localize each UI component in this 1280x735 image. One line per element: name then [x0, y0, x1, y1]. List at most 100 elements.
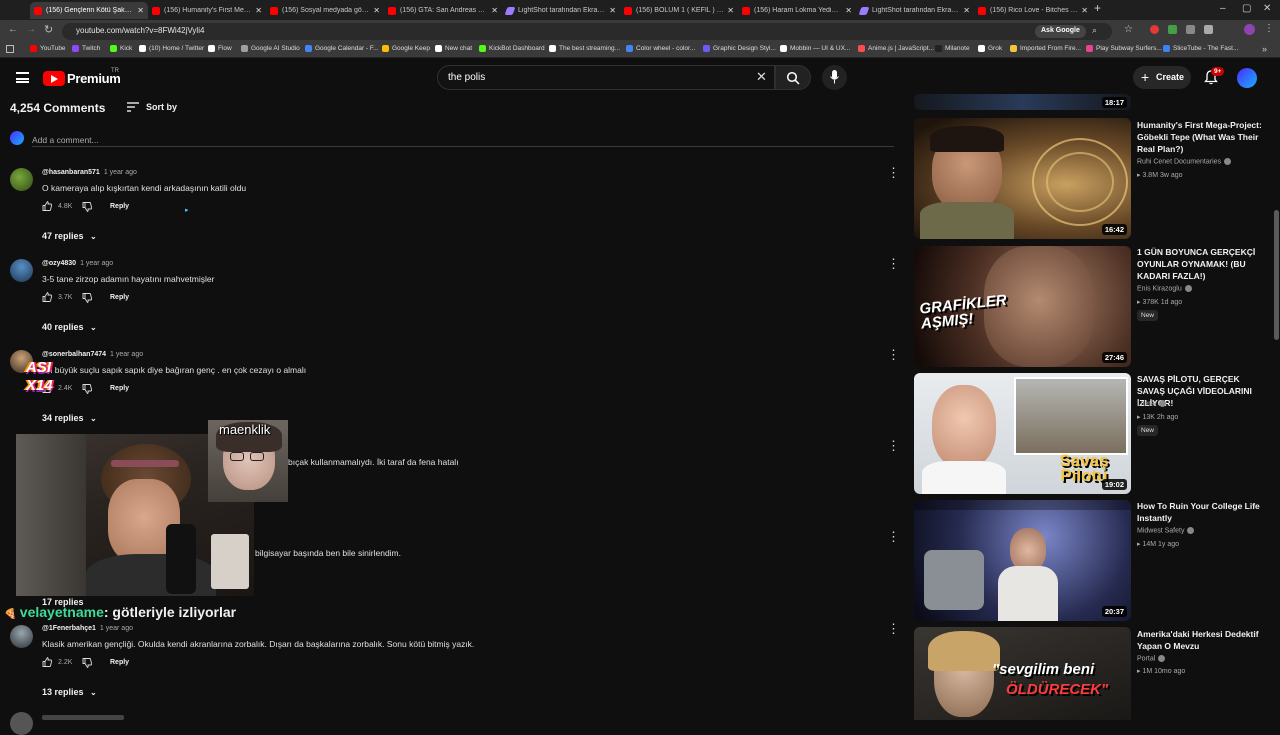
bookmark-item[interactable]: Grok: [978, 45, 1002, 52]
browser-tab[interactable]: LightShot tarafından Ekran Gör ✕: [856, 2, 974, 19]
extensions-puzzle-icon[interactable]: [1204, 25, 1213, 34]
channel-name[interactable]: Enis Kirazoglu: [1137, 285, 1192, 292]
channel-name[interactable]: Literat: [1137, 400, 1167, 407]
new-tab-button[interactable]: +: [1094, 1, 1101, 15]
video-title[interactable]: Humanity's First Mega-Project: Göbekli T…: [1137, 119, 1267, 155]
voice-search-button[interactable]: [822, 65, 847, 90]
comment-menu-icon[interactable]: ⋮: [887, 166, 900, 179]
reply-button[interactable]: Reply: [110, 294, 129, 301]
video-thumbnail[interactable]: 20:37: [914, 500, 1131, 621]
bookmark-item[interactable]: The best streaming...: [549, 45, 620, 52]
maximize-button[interactable]: ▢: [1242, 3, 1251, 14]
bookmark-item[interactable]: Mobbin — UI & UX...: [780, 45, 850, 52]
bookmark-item[interactable]: Imported From Fire...: [1010, 45, 1081, 52]
browser-tab[interactable]: (156) Gençlerin Kötü Şakası Cin✕: [30, 2, 148, 19]
comment-avatar[interactable]: [10, 168, 33, 191]
close-tab-icon[interactable]: ✕: [963, 6, 970, 15]
channel-name[interactable]: Midwest Safety: [1137, 527, 1195, 534]
more-bookmarks-icon[interactable]: »: [1262, 44, 1267, 54]
extension-icon[interactable]: [1168, 25, 1177, 34]
comment-author[interactable]: @1Fenerbahçe1 1 year ago: [42, 625, 133, 632]
channel-name[interactable]: Portal: [1137, 655, 1166, 662]
video-title[interactable]: 1 GÜN BOYUNCA GERÇEKÇİ OYUNLAR OYNAMAK! …: [1137, 246, 1267, 282]
bookmark-item[interactable]: New chat: [435, 45, 472, 52]
view-replies-button[interactable]: 13 replies ⌄: [42, 687, 97, 697]
comment-author[interactable]: @ozy4830 1 year ago: [42, 260, 113, 267]
dislike-icon[interactable]: [82, 293, 92, 303]
browser-tab[interactable]: (156) Sosyal medyada gösteriş ✕: [266, 2, 384, 19]
bookmark-item[interactable]: SliceTube - The Fast...: [1163, 45, 1238, 52]
hamburger-menu-icon[interactable]: [16, 72, 29, 83]
close-tab-icon[interactable]: ✕: [255, 6, 262, 15]
search-input[interactable]: the polis: [437, 65, 775, 90]
browser-tab[interactable]: (156) BÖLÜM 1 ( KEFİL ) - YouTu✕: [620, 2, 738, 19]
bookmark-item[interactable]: Google AI Studio: [241, 45, 300, 52]
browser-tab[interactable]: (156) Haram Lokma Yedinmi H ✕: [738, 2, 856, 19]
comment-menu-icon[interactable]: ⋮: [887, 348, 900, 361]
sort-by-button[interactable]: Sort by: [127, 101, 187, 115]
clear-search-icon[interactable]: ✕: [756, 69, 767, 85]
bookmark-item[interactable]: KickBot Dashboard: [479, 45, 545, 52]
close-tab-icon[interactable]: ✕: [609, 6, 616, 15]
browser-menu-icon[interactable]: ⋮: [1264, 23, 1274, 34]
close-tab-icon[interactable]: ✕: [137, 6, 144, 15]
video-thumbnail[interactable]: GRAFİKLER AŞMIŞ! 27:46: [914, 246, 1131, 367]
bookmark-item[interactable]: Kick: [110, 45, 132, 52]
bookmark-item[interactable]: Graphic Design Styl...: [703, 45, 776, 52]
extension-icon[interactable]: [1186, 25, 1195, 34]
channel-name[interactable]: Ruhi Cenet Documentaries: [1137, 158, 1232, 165]
scrollbar-thumb[interactable]: [1274, 210, 1279, 340]
like-icon[interactable]: [42, 292, 52, 302]
bookmark-item[interactable]: Milanote: [935, 45, 970, 52]
close-tab-icon[interactable]: ✕: [727, 6, 734, 15]
dislike-icon[interactable]: [82, 384, 92, 394]
bookmark-item[interactable]: Google Keep: [382, 45, 430, 52]
comment-avatar[interactable]: [10, 712, 33, 735]
bookmark-item[interactable]: Play Subway Surfers...: [1086, 45, 1162, 52]
video-title[interactable]: How To Ruin Your College Life Instantly: [1137, 500, 1267, 524]
close-tab-icon[interactable]: ✕: [491, 6, 498, 15]
apps-grid-icon[interactable]: [6, 45, 14, 53]
comment-menu-icon[interactable]: ⋮: [887, 530, 900, 543]
extension-icon[interactable]: [1150, 25, 1159, 34]
dislike-icon[interactable]: [82, 658, 92, 668]
reply-button[interactable]: Reply: [110, 203, 129, 210]
comment-author[interactable]: @hasanbaran571 1 year ago: [42, 169, 137, 176]
comment-menu-icon[interactable]: ⋮: [887, 439, 900, 452]
forward-icon[interactable]: →: [26, 24, 36, 35]
create-button[interactable]: + Create: [1133, 66, 1191, 89]
close-tab-icon[interactable]: ✕: [1081, 6, 1088, 15]
bookmark-item[interactable]: Google Calendar - F...: [305, 45, 379, 52]
video-thumbnail[interactable]: 18:17: [914, 94, 1131, 110]
url-field[interactable]: youtube.com/watch?v=8FWi42jVyli4: [62, 23, 1112, 40]
scrollbar-track[interactable]: [1273, 58, 1280, 720]
reply-button[interactable]: Reply: [110, 659, 129, 666]
dislike-icon[interactable]: [82, 202, 92, 212]
reload-icon[interactable]: ↻: [44, 23, 53, 36]
bookmark-item[interactable]: Twitch: [72, 45, 100, 52]
minimize-button[interactable]: –: [1220, 3, 1226, 14]
like-icon[interactable]: [42, 201, 52, 211]
bookmark-item[interactable]: YouTube: [30, 45, 66, 52]
ask-google-button[interactable]: Ask Google: [1035, 25, 1086, 38]
like-icon[interactable]: [42, 657, 52, 667]
comment-avatar[interactable]: [10, 625, 33, 648]
view-replies-button[interactable]: 47 replies ⌄: [42, 231, 97, 241]
close-tab-icon[interactable]: ✕: [845, 6, 852, 15]
bookmark-star-icon[interactable]: ☆: [1124, 24, 1133, 35]
search-button[interactable]: [775, 65, 811, 90]
bookmark-item[interactable]: Color wheel - color...: [626, 45, 695, 52]
browser-tab[interactable]: (156) Humanity's First Mega-Pr ✕: [148, 2, 266, 19]
comment-avatar[interactable]: [10, 259, 33, 282]
youtube-logo-icon[interactable]: [43, 71, 65, 86]
comment-menu-icon[interactable]: ⋮: [887, 622, 900, 635]
profile-avatar-icon[interactable]: [1244, 24, 1255, 35]
close-tab-icon[interactable]: ✕: [373, 6, 380, 15]
video-thumbnail[interactable]: 16:42: [914, 118, 1131, 239]
view-replies-button[interactable]: 34 replies ⌄: [42, 413, 97, 423]
reply-button[interactable]: Reply: [110, 385, 129, 392]
add-comment-input[interactable]: Add a comment...: [32, 132, 894, 147]
browser-tab[interactable]: (156) GTA: San Andreas Türkçe✕: [384, 2, 502, 19]
browser-tab[interactable]: LightShot tarafından Ekran Gör ✕: [502, 2, 620, 19]
bookmark-item[interactable]: Flow: [208, 45, 232, 52]
